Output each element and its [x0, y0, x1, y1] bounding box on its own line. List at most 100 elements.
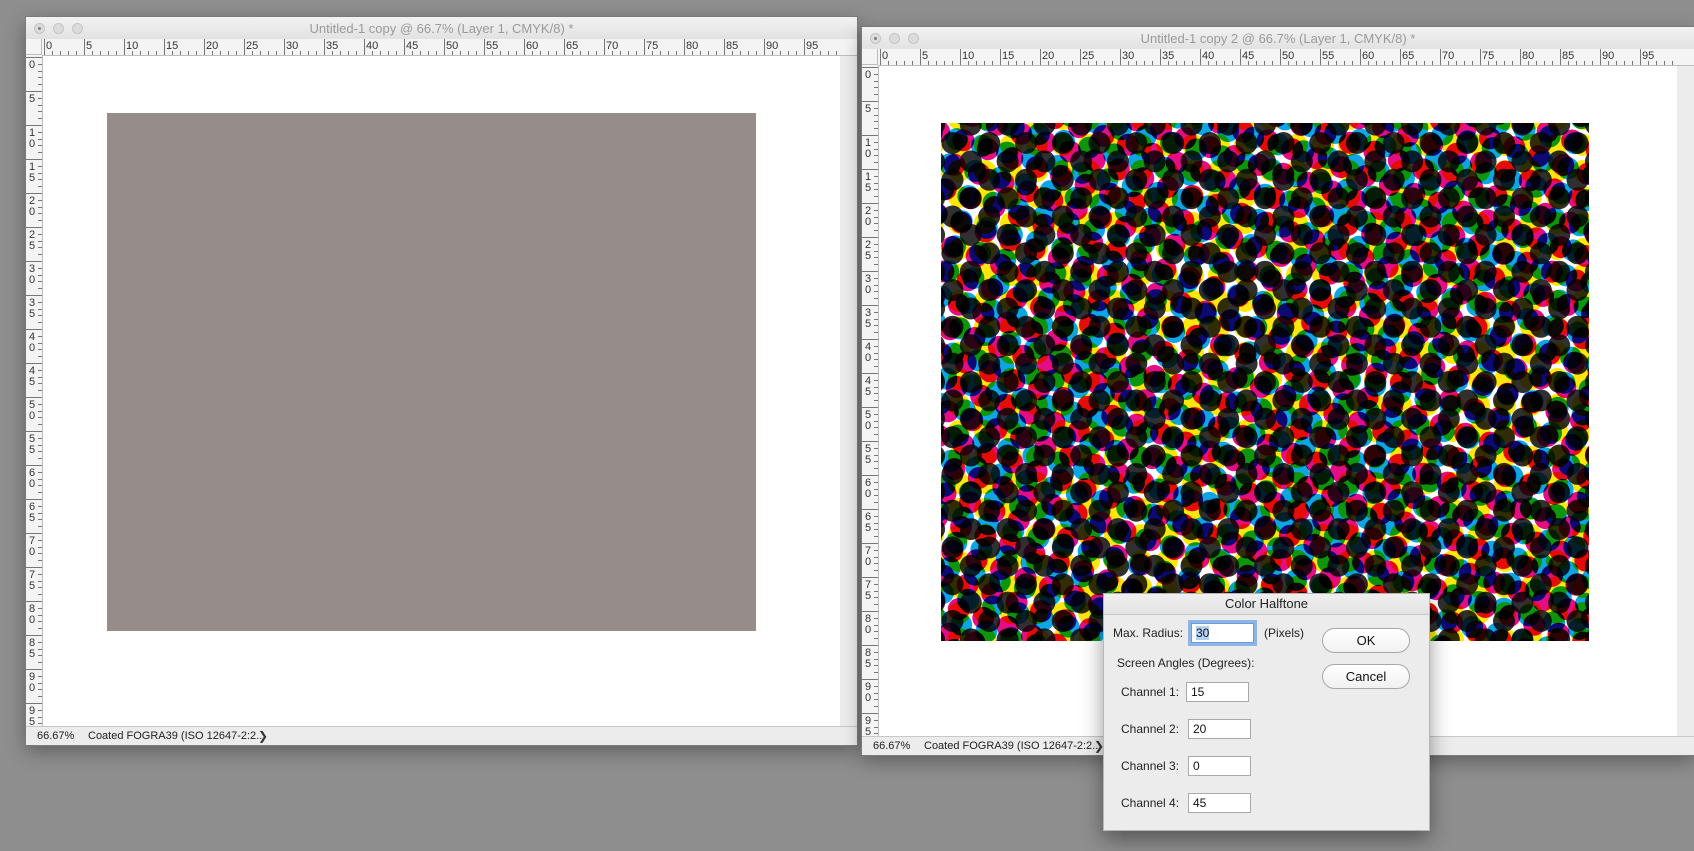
ruler-minor-tick	[1256, 61, 1257, 65]
halftone-dot	[1051, 499, 1074, 522]
channel-2-input[interactable]: 20	[1188, 719, 1251, 739]
halftone-dot	[1345, 536, 1368, 559]
ruler-minor-tick	[516, 51, 517, 55]
ruler-minor-tick	[38, 301, 42, 303]
ruler-minor-tick	[874, 311, 878, 313]
ruler-minor-tick	[38, 424, 42, 426]
halftone-dot	[1143, 407, 1166, 430]
halftone-dot	[1548, 554, 1571, 577]
halftone-dot	[1088, 389, 1111, 412]
color-halftone-dialog: Color Halftone Max. Radius: 30 (Pixels) …	[1103, 593, 1430, 831]
ruler-minor-tick	[874, 87, 878, 89]
ruler-minor-tick	[1016, 61, 1017, 65]
halftone-dot	[1198, 462, 1221, 485]
ruler-minor-tick	[38, 63, 42, 65]
halftone-dot	[1125, 389, 1148, 412]
halftone-dot	[1015, 132, 1037, 154]
ruler-minor-tick	[38, 233, 42, 235]
halftone-dot	[959, 297, 982, 320]
status-menu-chevron-icon[interactable]: ❯	[258, 729, 268, 743]
ruler-minor-tick	[268, 51, 269, 55]
halftone-dot	[959, 371, 982, 393]
cancel-button[interactable]: Cancel	[1322, 664, 1410, 689]
ruler-tick	[26, 601, 42, 602]
ruler-label: 0	[29, 410, 36, 422]
ruler-label: 5	[865, 590, 872, 602]
halftone-dot	[1180, 518, 1203, 541]
halftone-dot	[1345, 279, 1368, 302]
halftone-dot	[1217, 260, 1240, 283]
ruler-origin[interactable]	[26, 39, 42, 55]
ruler-minor-tick	[1128, 61, 1129, 65]
halftone-dot	[1437, 591, 1460, 614]
ruler-tick	[26, 295, 42, 296]
halftone-dot	[1106, 187, 1129, 210]
title-bar[interactable]: Untitled-1 copy 2 @ 66.7% (Layer 1, CMYK…	[862, 27, 1694, 50]
halftone-dot	[1254, 518, 1276, 541]
halftone-dot	[1106, 407, 1129, 430]
ruler-minor-tick	[874, 94, 878, 96]
ok-button[interactable]: OK	[1322, 628, 1410, 653]
ruler-tick	[1640, 49, 1641, 65]
halftone-dot	[1419, 279, 1442, 302]
color-halftone-pattern	[941, 123, 1589, 641]
halftone-dot	[978, 499, 1001, 522]
ruler-minor-tick	[874, 434, 878, 436]
halftone-dot	[1070, 591, 1093, 614]
max-radius-input[interactable]: 30	[1191, 623, 1254, 643]
ruler-label: 5	[29, 376, 36, 388]
halftone-dot	[959, 150, 982, 173]
halftone-dot	[1106, 334, 1129, 357]
ruler-minor-tick	[132, 51, 133, 55]
halftone-dot	[1015, 462, 1037, 485]
halftone-dot	[1511, 444, 1534, 467]
ruler-minor-tick	[874, 590, 878, 592]
halftone-dot	[1235, 573, 1258, 596]
halftone-dot	[1198, 499, 1221, 522]
halftone-dot	[1401, 481, 1424, 504]
channel-2-label: Channel 2:	[1121, 722, 1180, 736]
zoom-level[interactable]: 66.67%	[37, 730, 74, 742]
ruler-origin[interactable]	[862, 49, 878, 65]
ruler-minor-tick	[116, 51, 117, 55]
horizontal-ruler[interactable]: 0 5 10 15 20 25 30 35 40 45 50 55 60 65 70 75 80 85 90 95	[42, 39, 857, 56]
halftone-dot	[1235, 242, 1258, 265]
halftone-dot	[1033, 334, 1056, 357]
channel-3-input[interactable]: 0	[1188, 756, 1251, 776]
title-bar[interactable]: Untitled-1 copy @ 66.7% (Layer 1, CMYK/8…	[26, 17, 857, 40]
halftone-dot	[1051, 426, 1074, 449]
ruler-minor-tick	[904, 61, 905, 65]
halftone-dot	[1309, 132, 1332, 154]
zoom-level[interactable]: 66.67%	[873, 740, 910, 752]
ruler-minor-tick	[1064, 61, 1065, 65]
ruler-minor-tick	[874, 420, 878, 422]
ruler-minor-tick	[1224, 61, 1225, 65]
halftone-dot	[1437, 297, 1460, 320]
horizontal-ruler[interactable]: 0 5 10 15 20 25 30 35 40 45 50 55 60 65 70 75 80 85 90 95	[878, 49, 1694, 66]
ruler-minor-tick	[1576, 61, 1577, 65]
ruler-label: 0	[29, 138, 36, 150]
halftone-dot	[1456, 132, 1479, 154]
vertical-ruler[interactable]: 05101520253035404550556065707580859095	[26, 55, 43, 727]
ruler-minor-tick	[1112, 61, 1113, 65]
document-window-left[interactable]: Untitled-1 copy @ 66.7% (Layer 1, CMYK/8…	[26, 17, 857, 745]
halftone-dot	[1198, 242, 1221, 265]
halftone-dot	[1309, 205, 1332, 228]
halftone-dot	[1345, 242, 1368, 265]
ruler-tick	[204, 39, 205, 55]
halftone-dot	[1309, 242, 1332, 265]
ruler-minor-tick	[38, 274, 42, 276]
halftone-dot	[1198, 352, 1221, 375]
ruler-minor-tick	[874, 277, 878, 279]
halftone-dot	[1493, 573, 1515, 596]
channel-1-input[interactable]: 15	[1186, 682, 1249, 702]
document-canvas[interactable]	[43, 56, 840, 726]
halftone-dot	[1437, 518, 1460, 541]
ruler-minor-tick	[874, 264, 878, 266]
halftone-dot	[1419, 315, 1442, 338]
channel-4-input[interactable]: 45	[1188, 793, 1251, 813]
ruler-tick	[862, 713, 878, 714]
ruler-minor-tick	[68, 51, 69, 55]
halftone-dot	[1566, 205, 1589, 228]
vertical-ruler[interactable]: 05101520253035404550556065707580859095	[862, 65, 879, 737]
